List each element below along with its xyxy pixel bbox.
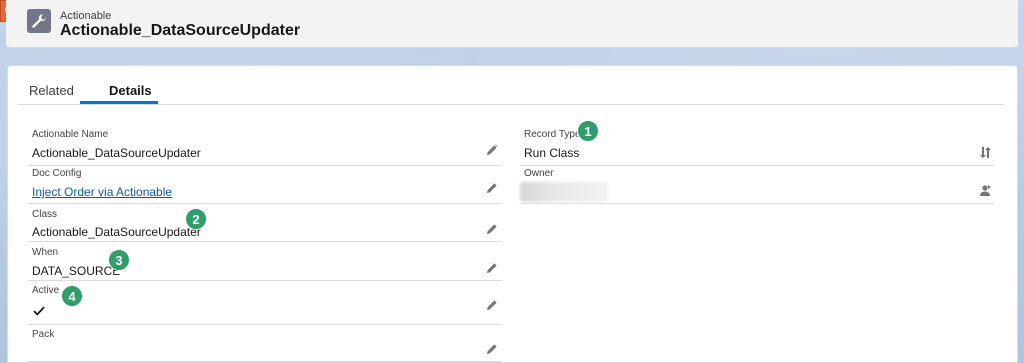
pencil-icon[interactable]	[486, 299, 498, 311]
field-value: DATA_SOURCE	[32, 264, 121, 278]
wrench-icon	[32, 14, 46, 28]
tab-active-indicator	[80, 101, 158, 104]
object-icon-container	[27, 9, 51, 33]
field-active: Active	[28, 281, 502, 325]
field-actionable-name: Actionable Name Actionable_DataSourceUpd…	[28, 126, 502, 166]
field-when: When DATA_SOURCE	[28, 242, 502, 281]
field-label: Class	[32, 209, 58, 220]
field-label: When	[32, 247, 59, 258]
pencil-icon[interactable]	[486, 182, 498, 194]
annotation-badge-2: 2	[185, 208, 207, 230]
field-label: Doc Config	[32, 168, 82, 179]
field-label: Actionable Name	[32, 129, 109, 140]
field-value: Run Class	[524, 146, 580, 160]
record-title: Actionable_DataSourceUpdater	[60, 22, 301, 39]
annotation-badge-4: 4	[61, 285, 83, 307]
field-doc-config: Doc Config Inject Order via Actionable	[28, 166, 502, 204]
field-value: Actionable_DataSourceUpdater	[32, 225, 201, 239]
object-type-label: Actionable	[60, 10, 112, 22]
field-label: Record Type	[524, 129, 581, 140]
annotation-badge-1: 1	[577, 120, 599, 142]
pencil-icon[interactable]	[486, 343, 498, 355]
field-pack: Pack	[28, 325, 502, 362]
record-header: Actionable Actionable_DataSourceUpdater	[6, 0, 1018, 48]
swap-icon[interactable]	[979, 146, 992, 159]
owner-avatar-redacted[interactable]	[520, 182, 608, 202]
tab-related[interactable]: Related	[29, 83, 74, 105]
annotation-badge-3: 3	[108, 249, 130, 271]
field-label: Active	[32, 285, 60, 296]
tab-bar: Related Details	[18, 75, 1004, 105]
pencil-icon[interactable]	[486, 262, 498, 274]
doc-config-link[interactable]: Inject Order via Actionable	[32, 185, 172, 199]
field-class: Class Actionable_DataSourceUpdater	[28, 204, 502, 242]
person-swap-icon[interactable]	[979, 184, 992, 197]
field-label: Owner	[524, 168, 554, 179]
checkmark-icon	[33, 306, 45, 316]
pencil-icon[interactable]	[486, 223, 498, 235]
pencil-icon[interactable]	[486, 144, 498, 156]
field-value: Actionable_DataSourceUpdater	[32, 146, 201, 160]
field-label: Pack	[32, 329, 55, 340]
